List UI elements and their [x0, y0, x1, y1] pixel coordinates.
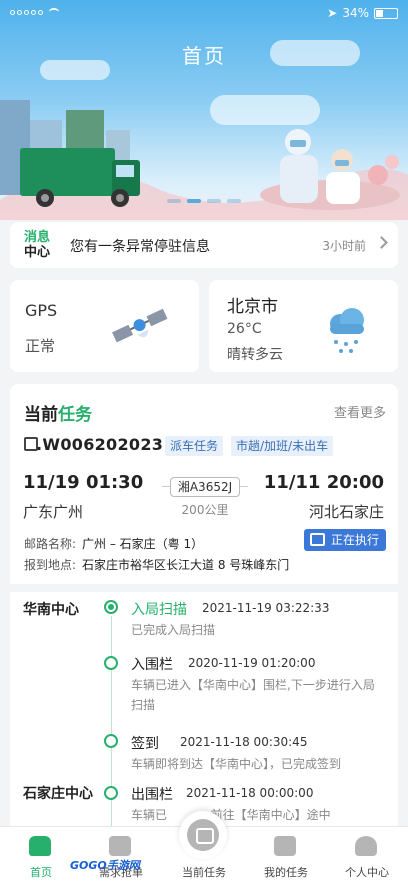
carousel-indicator[interactable]	[0, 199, 408, 203]
timeline-event-desc: 车辆已 前往【华南中心】途中	[131, 808, 331, 822]
departure-time: 11/19 01:30	[23, 472, 144, 493]
cloud-rain-icon	[330, 308, 364, 353]
location-arrow-icon: ➤	[327, 6, 338, 20]
view-more-link[interactable]: 查看更多	[334, 402, 386, 421]
message-time: 3小时前	[322, 239, 366, 253]
orders-icon	[109, 836, 131, 856]
gps-status: 正常	[25, 337, 56, 355]
timeline-event-time: 2020-11-19 01:20:00	[188, 656, 316, 670]
weather-card[interactable]: 北京市 26°C 晴转多云	[209, 280, 398, 372]
nav-grab-orders[interactable]: 需求抢单	[80, 827, 162, 883]
clipboard-icon	[274, 836, 296, 856]
section-divider	[10, 584, 398, 592]
timeline-event-desc: 车辆已进入【华南中心】围栏,下一步进行入局扫描	[131, 678, 375, 712]
timeline-center: 华南中心	[23, 602, 79, 618]
task-number: .W006202023	[36, 435, 164, 454]
timeline-line	[111, 616, 112, 844]
page-title: 首页	[182, 44, 226, 68]
check-in-address: 报到地点: 石家庄市裕华区长江大道 8 号珠峰东门	[24, 558, 290, 572]
message-text: 您有一条异常停驻信息	[70, 239, 210, 255]
timeline-event-desc: 车辆即将到达【华南中心】，已完成签到	[131, 757, 342, 771]
user-icon	[355, 836, 377, 856]
timeline-event-time: 2021-11-19 03:22:33	[202, 601, 330, 615]
home-icon	[29, 836, 51, 856]
header-banner: ➤ 34% 首页	[0, 0, 408, 225]
nav-profile[interactable]: 个人中心	[326, 827, 408, 883]
route-distance: 200公里	[181, 503, 229, 517]
wifi-icon	[49, 8, 59, 16]
task-type-tag: 派车任务	[165, 436, 224, 456]
timeline-event-time: 2021-11-18 00:00:00	[186, 786, 314, 800]
message-center-bar[interactable]: 消息 中心 您有一条异常停驻信息 3小时前	[10, 222, 398, 268]
weather-city: 北京市	[227, 297, 278, 317]
weather-description: 晴转多云	[227, 347, 283, 363]
task-category-tag: 市趟/加班/未出车	[231, 436, 334, 456]
message-center-badge: 消息 中心	[24, 230, 51, 260]
watermark-logo: GOGO手游网	[70, 859, 140, 872]
timeline-event-time: 2021-11-18 00:30:45	[180, 735, 308, 749]
departure-city: 广东广州	[23, 503, 84, 521]
timeline-event-title: 入围栏	[131, 657, 173, 673]
status-bar: ➤ 34%	[0, 0, 408, 26]
gps-label: GPS	[25, 301, 58, 320]
nav-home[interactable]: 首页	[0, 827, 82, 883]
weather-temperature: 26°C	[227, 321, 262, 337]
arrival-time: 11/11 20:00	[263, 472, 384, 493]
status-badge: 正在执行	[303, 529, 386, 551]
timeline-node	[104, 786, 118, 800]
satellite-icon	[112, 308, 168, 343]
battery-icon	[374, 7, 398, 19]
battery-percent: 34%	[342, 6, 369, 20]
timeline-event-title: 入局扫描	[131, 602, 187, 618]
license-plate: 湘A3652J	[170, 477, 240, 497]
timeline-node	[104, 656, 118, 670]
truck-icon	[309, 533, 325, 546]
signal-icon	[10, 8, 59, 16]
timeline-node	[104, 600, 118, 614]
chevron-right-icon	[375, 236, 388, 249]
nav-my-tasks[interactable]: 我的任务	[245, 827, 327, 883]
timeline-center: 石家庄中心	[23, 786, 93, 802]
current-task-card: 当前任务 查看更多 .W006202023 派车任务 市趟/加班/未出车 11/…	[10, 384, 398, 844]
timeline-event-title: 签到	[131, 736, 159, 752]
arrival-city: 河北石家庄	[308, 503, 384, 521]
route-name: 邮路名称: 广州 – 石家庄（粤 1）	[24, 537, 204, 551]
task-section-title: 当前任务	[24, 405, 92, 425]
current-task-button[interactable]	[179, 811, 227, 859]
timeline-event-title: 出围栏	[131, 787, 173, 803]
bus-icon	[187, 819, 219, 851]
timeline-node	[104, 734, 118, 748]
bottom-navigation: 首页 需求抢单 当前任务 我的任务 个人中心 GOGO手游网	[0, 811, 408, 883]
gps-card[interactable]: GPS 正常	[10, 280, 199, 372]
timeline-event-desc: 已完成入局扫描	[131, 623, 216, 637]
